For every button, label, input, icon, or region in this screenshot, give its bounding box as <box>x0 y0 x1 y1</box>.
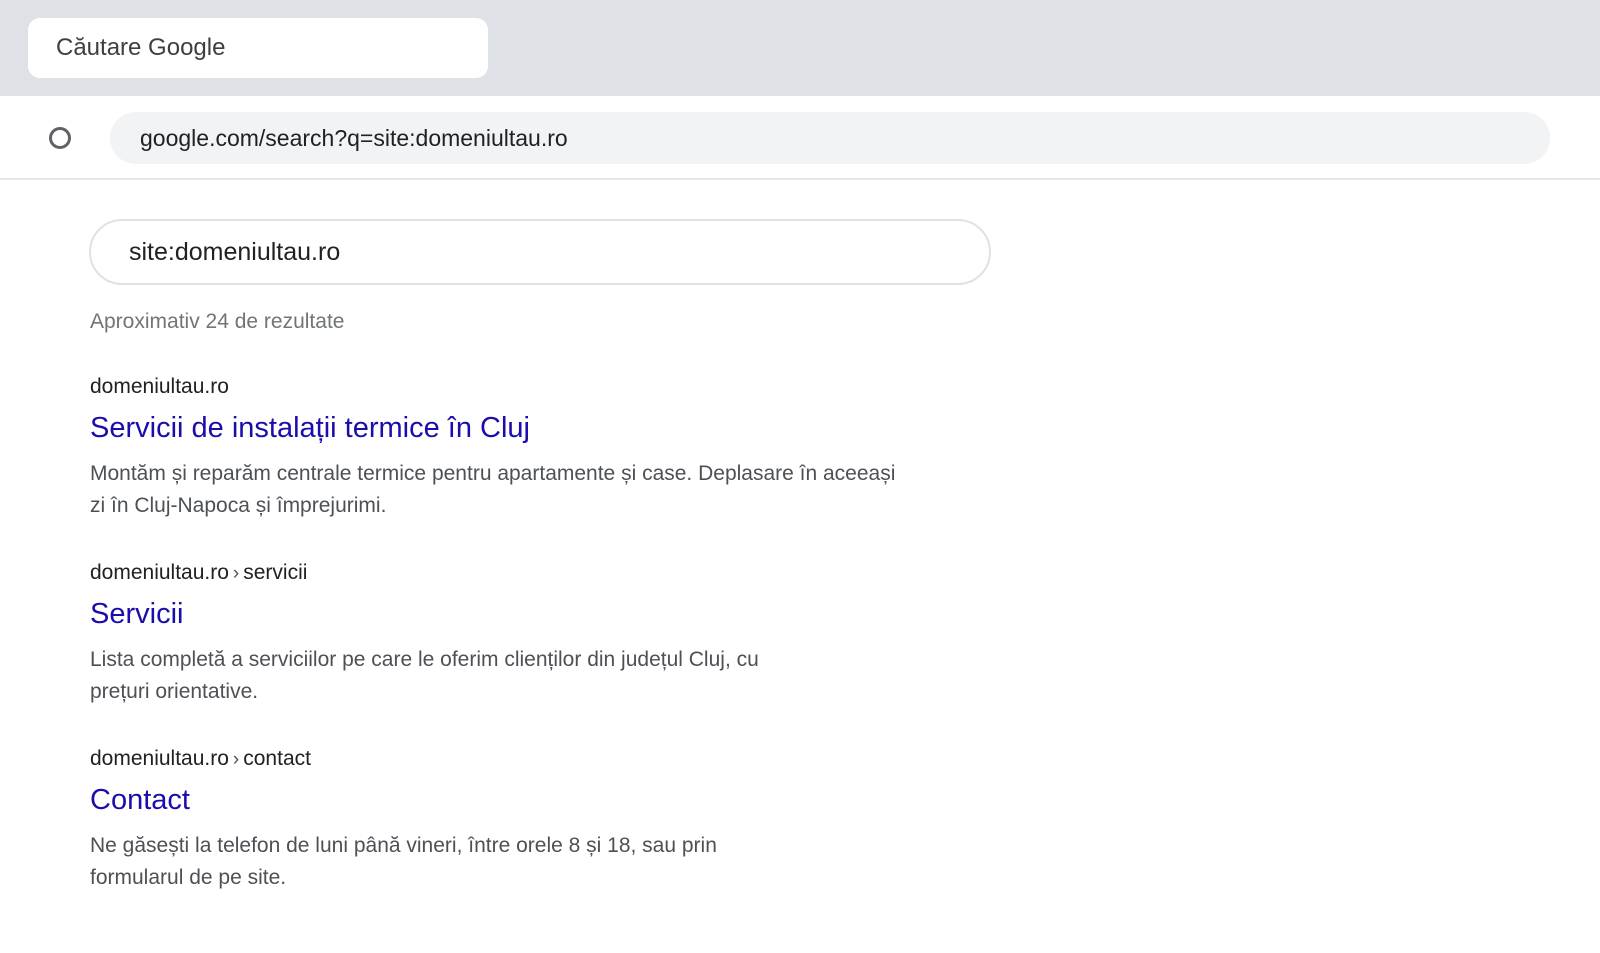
result-breadcrumb: domeniultau.ro › contact <box>90 746 940 772</box>
result-site: domeniultau.ro <box>90 375 229 398</box>
search-result: domeniultau.ro › servicii Servicii Lista c… <box>90 560 940 708</box>
search-input[interactable]: site:domeniultau.ro <box>89 219 991 285</box>
result-breadcrumb: domeniultau.ro › servicii <box>90 560 940 586</box>
result-snippet: Montăm și reparăm centrale termice pentr… <box>90 462 896 517</box>
breadcrumb-separator: › <box>232 563 240 584</box>
result-title-link[interactable]: Servicii de instalații termice în Cluj <box>90 410 940 446</box>
search-result: domeniultau.ro › contact Contact Ne găseșt… <box>90 746 940 894</box>
result-path: contact <box>243 747 311 770</box>
browser-toolbar: google.com/search?q=site:domeniultau.ro <box>0 96 1600 180</box>
browser-tabstrip: Căutare Google <box>0 0 1600 96</box>
result-breadcrumb: domeniultau.ro <box>90 374 940 400</box>
address-bar[interactable]: google.com/search?q=site:domeniultau.ro <box>110 112 1550 164</box>
result-title-link[interactable]: Contact <box>90 782 940 818</box>
reload-icon[interactable] <box>49 127 71 149</box>
breadcrumb-separator: › <box>232 749 240 770</box>
result-site: domeniultau.ro <box>90 747 229 770</box>
result-snippet: Lista completă a serviciilor pe care le … <box>90 648 759 703</box>
result-stats: Aproximativ 24 de rezultate <box>90 310 345 333</box>
search-query: site:domeniultau.ro <box>129 237 341 266</box>
result-path: servicii <box>243 561 308 584</box>
result-title-link[interactable]: Servicii <box>90 596 940 632</box>
search-result: domeniultau.ro Servicii de instalații te… <box>90 374 940 522</box>
result-site: domeniultau.ro <box>90 561 229 584</box>
search-results-page: site:domeniultau.ro Aproximativ 24 de re… <box>0 182 1600 953</box>
tab-title: Căutare Google <box>56 34 226 61</box>
browser-tab[interactable]: Căutare Google <box>28 18 488 78</box>
result-snippet: Ne găsești la telefon de luni până viner… <box>90 834 717 889</box>
address-text: google.com/search?q=site:domeniultau.ro <box>140 124 568 151</box>
